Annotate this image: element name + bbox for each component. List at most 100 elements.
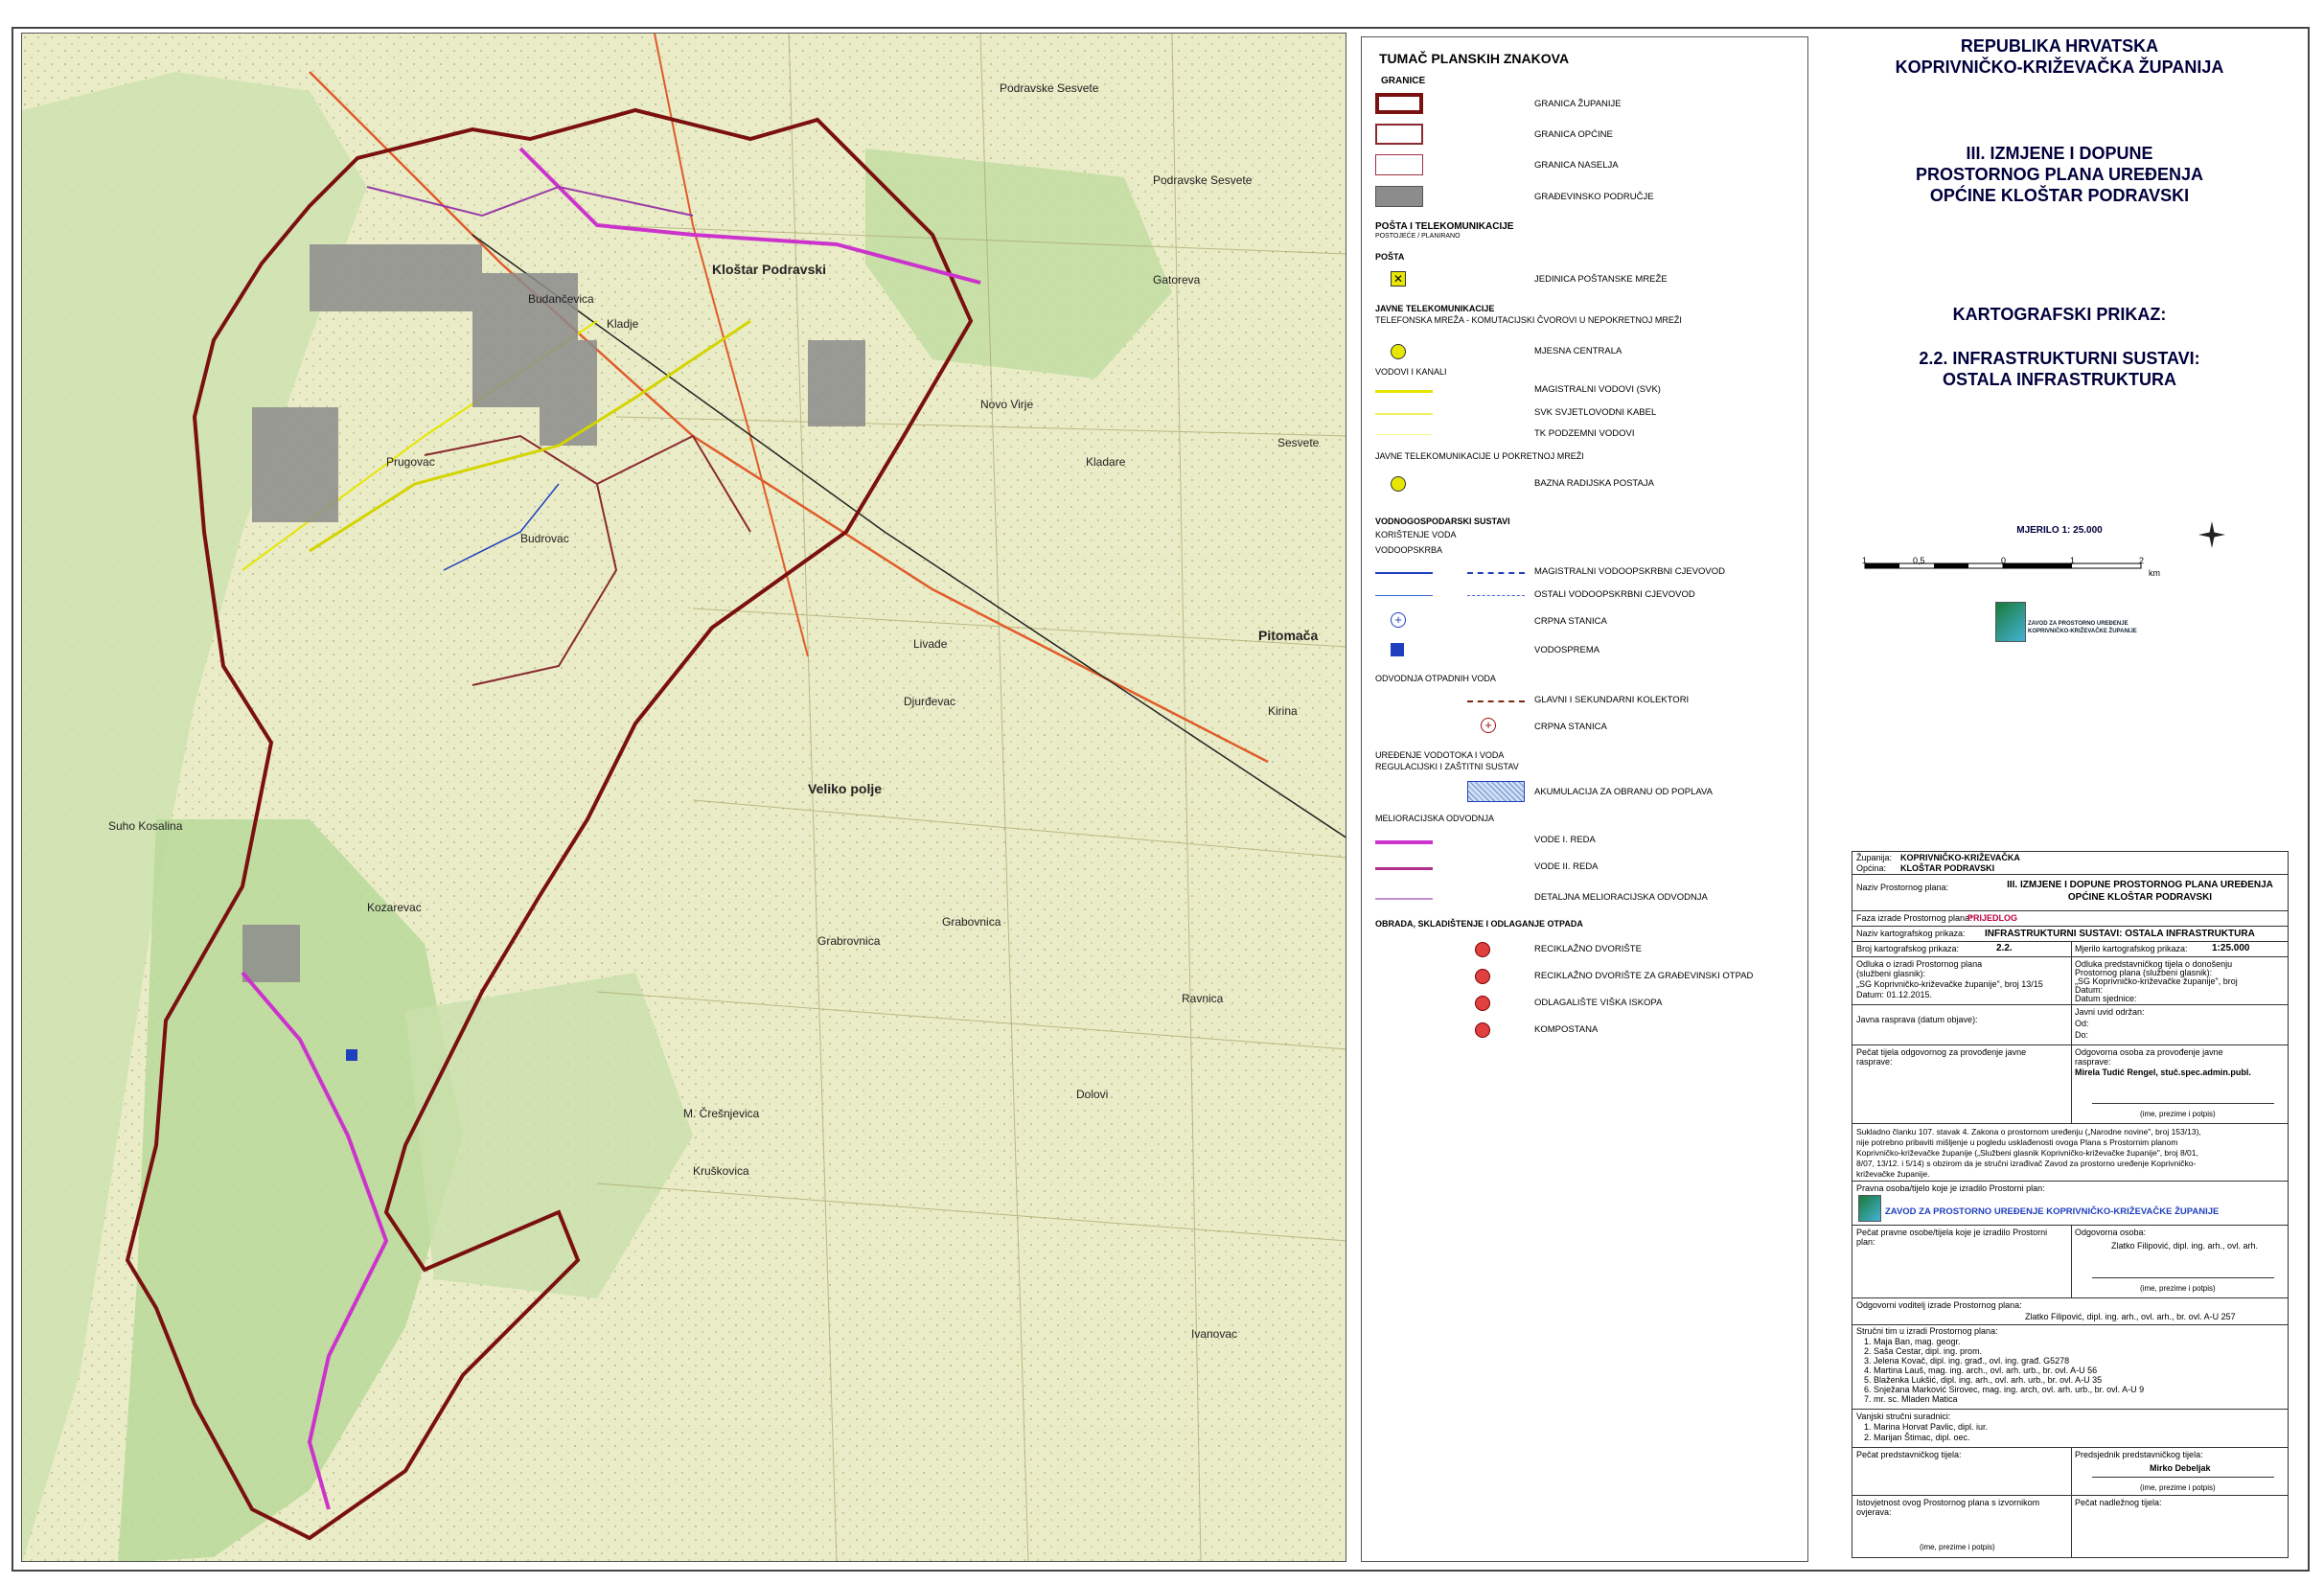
map-label: Pitomača: [1258, 628, 1319, 643]
plan-title: III. IZMJENE I DOPUNE: [1966, 144, 2153, 163]
legend-panel: TUMAČ PLANSKIH ZNAKOVA GRANICE GRANICA Ž…: [1361, 36, 1808, 1562]
map-label: Podravske Sesvete: [1153, 173, 1253, 187]
stamp-row: Naziv Prostornog plana: III. IZMJENE I D…: [1852, 875, 2288, 911]
stamp-divider: [2071, 1045, 2072, 1124]
map-label: Ivanovac: [1191, 1327, 1238, 1341]
stamp-row: Javna rasprava (datum objave): Javni uvi…: [1852, 1005, 2288, 1045]
signature-caption: (ime, prezime i potpis): [1920, 1543, 1995, 1551]
stamp-row: Stručni tim u izradi Prostornog plana: 1…: [1852, 1325, 2288, 1410]
stamp-row: Faza izrade Prostornog plana: PRIJEDLOG: [1852, 911, 2288, 927]
stamp-key: Mjerilo kartografskog prikaza:: [2075, 944, 2188, 953]
stamp-value: Mirko Debeljak: [2150, 1463, 2211, 1473]
team-member: 2. Marijan Štimac, dipl. oec.: [1864, 1433, 1970, 1442]
legend-sub-heading: UREĐENJE VODOTOKA I VODA: [1375, 750, 1505, 760]
legend-sub-heading: VODOOPSKRBA: [1375, 545, 1443, 555]
stamp-key: Pečat nadležnog tijela:: [2075, 1498, 2162, 1507]
map-panel[interactable]: Podravske Sesvete Kloštar Podravski Buda…: [21, 33, 1346, 1562]
stamp-row: Odgovorni voditelj izrade Prostornog pla…: [1852, 1298, 2288, 1325]
plan-title: PROSTORNOG PLANA UREĐENJA: [1915, 165, 2204, 184]
legend-sub-heading: ODVODNJA OTPADNIH VODA: [1375, 674, 1496, 683]
pump-station-icon: +: [1391, 612, 1406, 628]
stamp-value: KLOŠTAR PODRAVSKI: [1900, 863, 1995, 873]
map-label: Prugovac: [386, 455, 435, 469]
scale-tick: 2: [2139, 556, 2145, 565]
stamp-key: rasprave:: [1856, 1057, 1893, 1067]
stamp-key: Odgovorni voditelj izrade Prostornog pla…: [1856, 1300, 2022, 1310]
stamp-value: Zlatko Filipović, dipl. ing. arh., ovl. …: [2025, 1312, 2236, 1321]
legend-sub-heading: POŠTA: [1375, 252, 1405, 262]
map-label: Novo Virje: [980, 398, 1034, 411]
stamp-divider: [2071, 1448, 2072, 1496]
scale-unit: km: [2149, 568, 2160, 578]
stamp-key: Broj kartografskog prikaza:: [1856, 944, 1960, 953]
legend-note: POSTOJEĆE / PLANIRANO: [1375, 233, 1461, 240]
signature-caption: (ime, prezime i potpis): [2140, 1284, 2216, 1293]
legend-label: KOMPOSTANA: [1534, 1024, 1599, 1035]
stamp-text: nije potrebno pribaviti mišljenje u pogl…: [1856, 1137, 2178, 1147]
map-label: Djurđevac: [904, 695, 956, 708]
municipality-border-symbol: [1375, 124, 1423, 145]
legend-label: ODLAGALIŠTE VIŠKA ISKOPA: [1534, 998, 1663, 1008]
legend-label: DETALJNA MELIORACIJSKA ODVODNJA: [1534, 892, 1708, 903]
legend-sub-heading: MELIORACIJSKA ODVODNJA: [1375, 814, 1495, 823]
map-subject-title: OSTALA INFRASTRUKTURA: [1943, 370, 2176, 389]
map-label: Kirina: [1268, 704, 1298, 718]
legend-label: VODOSPREMA: [1534, 645, 1600, 655]
reservoir-icon: [1391, 643, 1404, 656]
scale-tick: 1: [2070, 556, 2076, 565]
fiber-cable-symbol: [1375, 413, 1433, 415]
map-label: Podravske Sesvete: [1000, 81, 1099, 95]
map-label: Kladare: [1086, 455, 1126, 469]
logo-text: ZAVOD ZA PROSTORNO UREĐENJE: [2028, 621, 2128, 627]
stamp-key: rasprave:: [2075, 1057, 2111, 1067]
stamp-value: PRIJEDLOG: [1967, 913, 2018, 923]
tk-line-symbol: [1375, 434, 1433, 435]
main-pipeline-symbol: [1375, 572, 1433, 574]
stamp-value: OPĆINE KLOŠTAR PODRAVSKI: [2067, 892, 2213, 903]
stamp-key: Pečat pravne osobe/tijela koje je izradi…: [1856, 1228, 2048, 1237]
postal-unit-icon: ✕: [1391, 271, 1406, 287]
logo-text: KOPRIVNIČKO-KRIŽEVAČKE ŽUPANIJE: [2028, 629, 2137, 634]
title-stamp-table: Županija: KOPRIVNIČKO-KRIŽEVAČKA Općina:…: [1852, 851, 2289, 1558]
map-label: Kloštar Podravski: [712, 262, 827, 277]
stamp-key: (službeni glasnik):: [1856, 969, 1926, 978]
stamp-value: Mirela Tudić Rengel, stuč.spec.admin.pub…: [2075, 1067, 2251, 1077]
map-label: Livade: [913, 637, 948, 651]
built-area: [252, 407, 338, 522]
stamp-key: plan:: [1856, 1237, 1875, 1247]
stamp-key: Pečat predstavničkog tijela:: [1856, 1450, 1962, 1459]
svk-line-symbol: [1375, 390, 1433, 393]
stamp-key: Vanjski stručni suradnici:: [1856, 1412, 1951, 1421]
built-area: [242, 925, 300, 982]
map-subject-title: 2.2. INFRASTRUKTURNI SUSTAVI:: [1919, 349, 2200, 368]
stamp-text: 8/07, 13/12. i 5/14) s obzirom da je str…: [1856, 1159, 2197, 1168]
legend-title: TUMAČ PLANSKIH ZNAKOVA: [1379, 51, 1570, 66]
stamp-row: Županija: KOPRIVNIČKO-KRIŽEVAČKA Općina:…: [1852, 852, 2288, 875]
legend-section-heading: GRANICE: [1381, 76, 1426, 86]
stamp-row: Pravna osoba/tijelo koje je izradilo Pro…: [1852, 1182, 2288, 1226]
map-label: Veliko polje: [808, 781, 883, 796]
legend-label: JEDINICA POŠTANSKE MREŽE: [1534, 274, 1668, 285]
legend-label: CRPNA STANICA: [1534, 722, 1607, 732]
legend-section-heading: POŠTA I TELEKOMUNIKACIJE: [1375, 221, 1514, 232]
construction-waste-yard-icon: [1475, 969, 1490, 984]
stamp-key: Predsjednik predstavničkog tijela:: [2075, 1450, 2203, 1459]
scale-bar: [1864, 521, 2225, 569]
other-pipeline-planned-symbol: [1467, 595, 1525, 596]
stamp-value: III. IZMJENE I DOPUNE PROSTORNOG PLANA U…: [2007, 880, 2273, 890]
settlement-border-symbol: [1375, 154, 1423, 175]
stamp-row: Vanjski stručni suradnici: 1. Marina Hor…: [1852, 1410, 2288, 1448]
institute-logo: [1858, 1195, 1881, 1222]
second-order-water-symbol: [1375, 867, 1433, 870]
collector-symbol: [1467, 700, 1525, 702]
stamp-key: Pravna osoba/tijelo koje je izradilo Pro…: [1856, 1183, 2045, 1193]
north-arrow: [2198, 521, 2225, 548]
stamp-text: Sukladno članku 107. stavak 4. Zakona o …: [1856, 1127, 2201, 1136]
built-area: [808, 340, 865, 426]
legend-section-heading: VODNOGOSPODARSKI SUSTAVI: [1375, 517, 1510, 526]
plan-title: OPĆINE KLOŠTAR PODRAVSKI: [1929, 186, 2190, 205]
legend-label: OSTALI VODOOPSKRBNI CJEVOVOD: [1534, 589, 1695, 600]
legend-label: GRANICA OPĆINE: [1534, 129, 1613, 140]
stamp-key: Općina:: [1856, 863, 1887, 873]
signature-line: [2092, 1477, 2274, 1478]
